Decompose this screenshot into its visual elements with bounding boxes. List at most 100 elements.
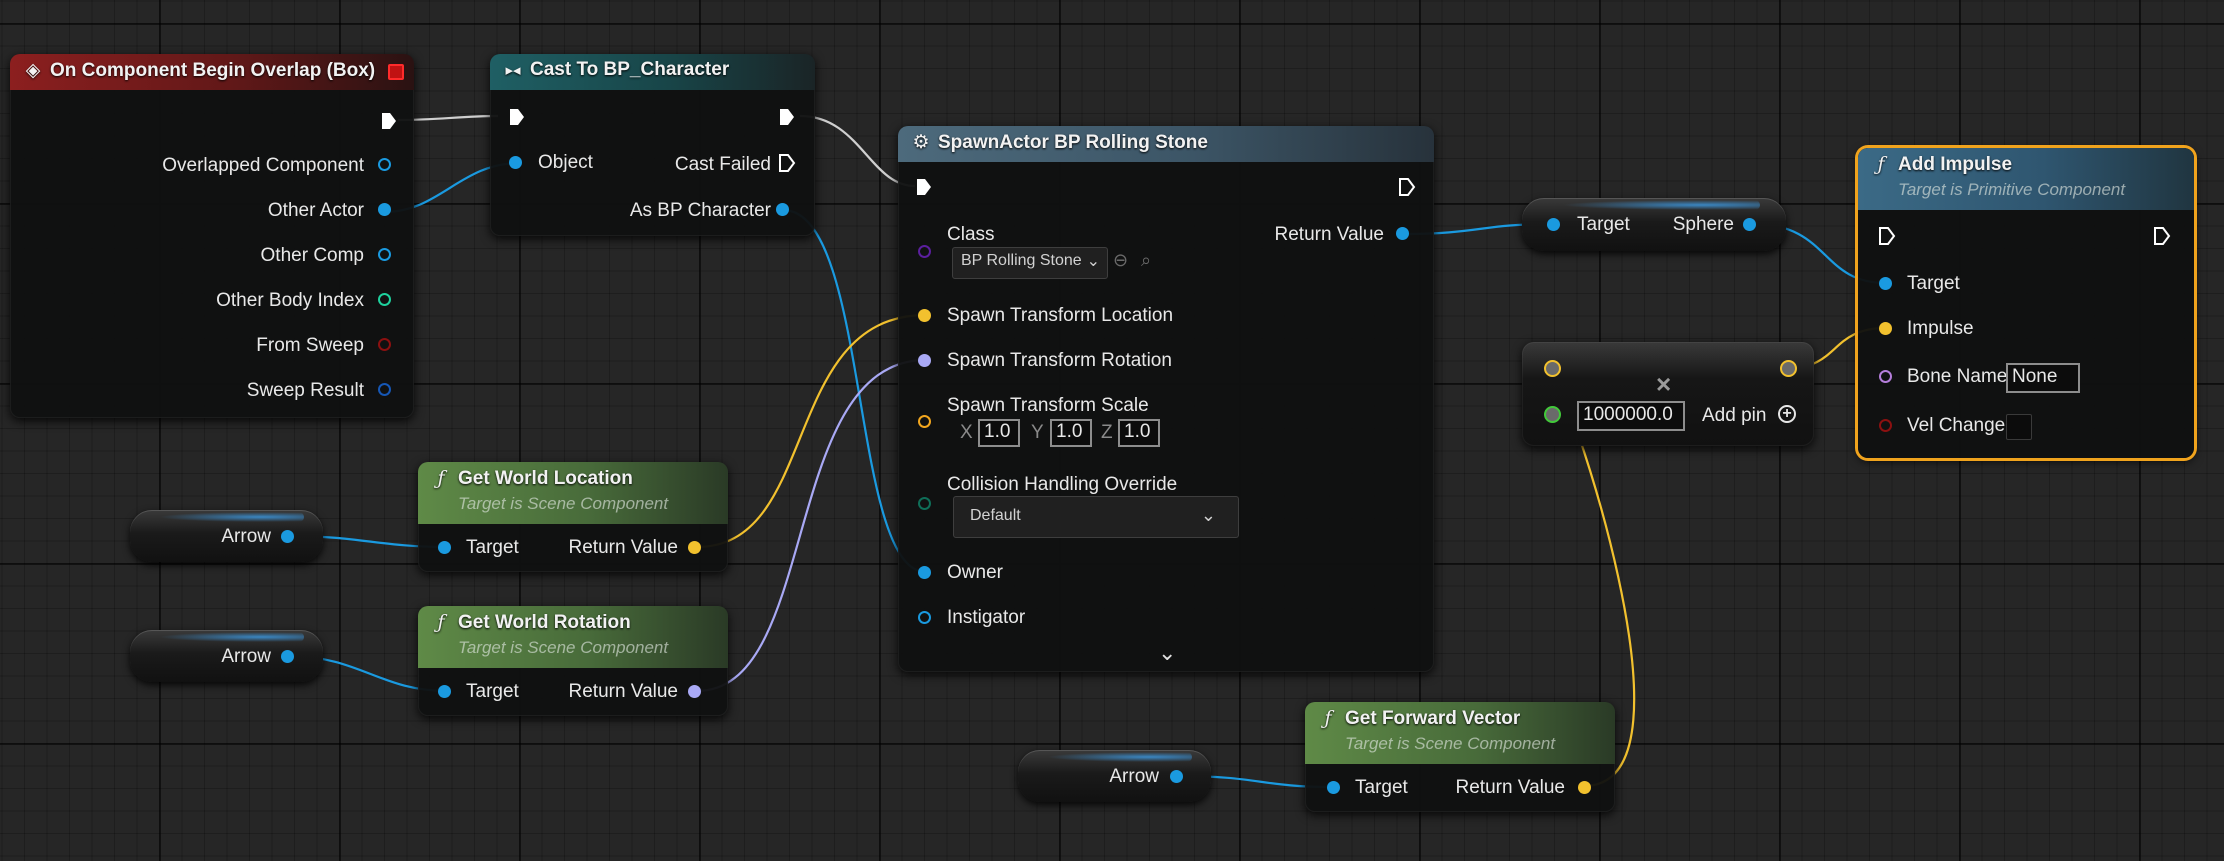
pin-overlapped-component[interactable]	[378, 158, 391, 171]
pin-other-actor[interactable]	[378, 203, 391, 216]
node-title: SpawnActor BP Rolling Stone	[938, 132, 1208, 153]
node-title: Add Impulse	[1898, 154, 2013, 175]
function-icon: ƒ	[1324, 707, 1332, 729]
pin-sweep-result[interactable]	[378, 383, 391, 396]
multiply-node[interactable]: × 1000000.0 Add pin +	[1522, 342, 1814, 446]
multiply-x-icon: ×	[1656, 369, 1672, 399]
exec-out-pin[interactable]	[2153, 226, 2171, 246]
multiply-value-input[interactable]: 1000000.0	[1577, 401, 1685, 431]
pin-spawn-location[interactable]	[918, 309, 931, 322]
pin-target[interactable]	[438, 541, 451, 554]
pin-target[interactable]	[438, 685, 451, 698]
pin-label-vel-change: Vel Change	[1907, 415, 2006, 436]
exec-out-pin[interactable]	[778, 107, 796, 127]
pin-class[interactable]	[918, 245, 931, 258]
exec-cast-failed-pin[interactable]	[778, 153, 796, 173]
pin-owner[interactable]	[918, 566, 931, 579]
pin-object[interactable]	[509, 156, 522, 169]
wire-location-to-spawn	[696, 313, 927, 549]
exec-in-pin[interactable]	[1878, 226, 1896, 246]
variable-label: Arrow	[1109, 766, 1159, 787]
header-glow	[1046, 752, 1192, 762]
node-title: On Component Begin Overlap (Box)	[50, 60, 376, 81]
pin-multiply-output[interactable]	[1780, 360, 1797, 377]
pin-label-return-value: Return Value	[568, 681, 679, 702]
pin-arrow-output[interactable]	[1170, 770, 1183, 783]
pin-float-input[interactable]	[1544, 406, 1561, 423]
exec-in-pin[interactable]	[508, 107, 526, 127]
collision-dropdown[interactable]: Default ⌄	[953, 496, 1239, 538]
arrow-variable-node[interactable]: Arrow	[1018, 750, 1211, 802]
pin-label-other-actor: Other Actor	[267, 200, 364, 221]
pin-label-as-bp-character: As BP Character	[629, 200, 771, 221]
use-selected-arrow-icon[interactable]: ⊖	[1113, 250, 1128, 271]
scale-z-label: Z	[1101, 422, 1113, 443]
node-header: ⚙ SpawnActor BP Rolling Stone	[898, 126, 1434, 162]
arrow-variable-node[interactable]: Arrow	[130, 510, 323, 562]
node-subtitle: Target is Primitive Component	[1898, 180, 2126, 199]
add-impulse-node[interactable]: ƒ Add Impulse Target is Primitive Compone…	[1858, 148, 2194, 458]
pin-target[interactable]	[1547, 218, 1560, 231]
cast-arrows-icon: ▸◂	[505, 61, 521, 79]
function-icon: ƒ	[437, 467, 445, 489]
scale-y-label: Y	[1031, 422, 1044, 443]
pin-arrow-output[interactable]	[281, 530, 294, 543]
get-world-rotation-node[interactable]: ƒ Get World Rotation Target is Scene Comp…	[418, 606, 728, 716]
pin-bone-name[interactable]	[1879, 370, 1892, 383]
pin-label-target: Target	[1577, 214, 1630, 235]
pin-target[interactable]	[1879, 277, 1892, 290]
pin-label-other-body-index: Other Body Index	[216, 290, 364, 311]
pin-vel-change[interactable]	[1879, 419, 1892, 432]
pin-as-bp-character[interactable]	[776, 203, 789, 216]
node-title: Cast To BP_Character	[530, 59, 730, 80]
exec-in-pin[interactable]	[915, 177, 933, 197]
pin-label-overlapped-component: Overlapped Component	[162, 155, 364, 176]
vel-change-checkbox[interactable]	[2006, 414, 2032, 440]
header-glow	[158, 632, 304, 642]
pin-return-value[interactable]	[1578, 781, 1591, 794]
pin-instigator[interactable]	[918, 611, 931, 624]
cast-to-bp-character-node[interactable]: ▸◂ Cast To BP_Character Object Cast Faile…	[490, 54, 815, 236]
chevron-down-icon: ⌄	[1200, 505, 1216, 525]
arrow-variable-node[interactable]: Arrow	[130, 630, 323, 682]
pin-return-value[interactable]	[688, 541, 701, 554]
scale-x-input[interactable]: 1.0	[978, 419, 1020, 447]
pin-label-target: Target	[1907, 273, 1960, 294]
variable-label: Arrow	[221, 526, 271, 547]
node-header: ◈ On Component Begin Overlap (Box)	[10, 54, 414, 90]
pin-spawn-rotation[interactable]	[918, 354, 931, 367]
pin-sphere[interactable]	[1743, 218, 1756, 231]
pin-from-sweep[interactable]	[378, 338, 391, 351]
pin-other-body-index[interactable]	[378, 293, 391, 306]
pin-return-value[interactable]	[1396, 227, 1409, 240]
browse-search-icon[interactable]: ⌕	[1141, 250, 1151, 271]
collision-dropdown-value: Default	[970, 507, 1021, 524]
pin-label-cast-failed: Cast Failed	[674, 154, 771, 175]
add-pin-label[interactable]: Add pin	[1702, 405, 1766, 427]
spawn-actor-node[interactable]: ⚙ SpawnActor BP Rolling Stone Class BP Ro…	[898, 126, 1434, 672]
class-dropdown[interactable]: BP Rolling Stone ⌄	[952, 247, 1108, 279]
node-title: Get Forward Vector	[1345, 708, 1521, 729]
pin-target[interactable]	[1327, 781, 1340, 794]
sphere-getter-node[interactable]: Target Sphere	[1522, 198, 1786, 251]
pin-impulse[interactable]	[1879, 322, 1892, 335]
pin-collision-override[interactable]	[918, 497, 931, 510]
get-forward-vector-node[interactable]: ƒ Get Forward Vector Target is Scene Comp…	[1305, 702, 1615, 812]
pin-other-comp[interactable]	[378, 248, 391, 261]
exec-out-pin[interactable]	[1398, 177, 1416, 197]
node-subtitle: Target is Scene Component	[458, 494, 669, 513]
scale-y-input[interactable]: 1.0	[1050, 419, 1092, 447]
pin-arrow-output[interactable]	[281, 650, 294, 663]
pin-return-value[interactable]	[688, 685, 701, 698]
pin-vector-input[interactable]	[1544, 360, 1561, 377]
exec-out-pin[interactable]	[380, 111, 398, 131]
bone-name-input[interactable]: None	[2006, 363, 2080, 393]
get-world-location-node[interactable]: ƒ Get World Location Target is Scene Comp…	[418, 462, 728, 572]
expand-advanced-chevron-icon[interactable]: ⌄	[1158, 640, 1176, 666]
on-component-begin-overlap-node[interactable]: ◈ On Component Begin Overlap (Box) Overla…	[10, 54, 414, 418]
pin-spawn-scale[interactable]	[918, 415, 931, 428]
node-header: ▸◂ Cast To BP_Character	[490, 54, 815, 90]
scale-z-input[interactable]: 1.0	[1118, 419, 1160, 447]
add-pin-plus-icon[interactable]: +	[1778, 405, 1796, 423]
pin-label-target: Target	[466, 681, 519, 702]
